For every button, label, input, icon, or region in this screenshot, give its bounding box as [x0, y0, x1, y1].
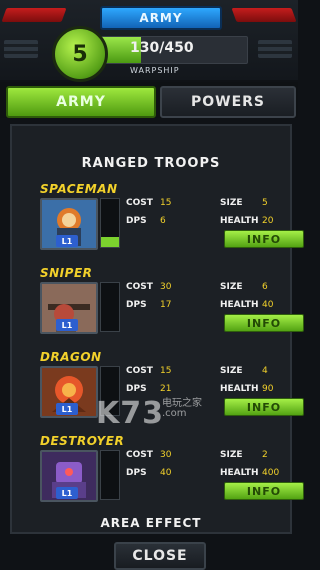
- section-title: RANGED TROOPS: [81, 156, 221, 171]
- troop-name: SNIPER: [40, 266, 93, 280]
- cost-value: 15: [160, 198, 172, 208]
- size-label: SIZE: [220, 198, 243, 208]
- cost-value: 30: [160, 450, 172, 460]
- troop-card-spaceman: SPACEMAN L1 COST 15 DPS 6 SIZE 5 HEALTH …: [36, 182, 304, 266]
- dps-label: DPS: [126, 384, 147, 394]
- watermark-logo: K73: [96, 396, 164, 431]
- troop-card-destroyer: DESTROYER L1 COST 30 DPS 40 SIZE 2 HEALT…: [36, 434, 304, 518]
- troop-name: DRAGON: [40, 350, 102, 364]
- size-value: 4: [262, 366, 268, 376]
- troop-portrait-dragon[interactable]: L1: [40, 366, 98, 418]
- health-value: 90: [262, 384, 274, 394]
- red-ribbon-right: [231, 8, 297, 22]
- cost-label: COST: [126, 366, 153, 376]
- health-value: 400: [262, 468, 280, 478]
- cost-value: 15: [160, 366, 172, 376]
- level-badge-small: L1: [56, 403, 78, 415]
- slot-fill: [101, 237, 119, 247]
- troop-slot: [100, 282, 120, 332]
- info-button[interactable]: INFO: [224, 482, 304, 500]
- warpship-label: WARPSHIP: [130, 66, 180, 75]
- info-button[interactable]: INFO: [224, 230, 304, 248]
- troop-card-dragon: DRAGON L1 COST 15 DPS 21 SIZE 4 HEALTH 9…: [36, 350, 304, 434]
- health-value: 20: [262, 216, 274, 226]
- troop-slot: [100, 198, 120, 248]
- troop-portrait-spaceman[interactable]: L1: [40, 198, 98, 250]
- close-bar: CLOSE: [0, 536, 298, 570]
- dps-value: 17: [160, 300, 172, 310]
- level-badge: 5: [52, 26, 108, 82]
- decorative-vent-left: [4, 40, 38, 58]
- tab-army[interactable]: ARMY: [6, 86, 156, 118]
- health-label: HEALTH: [220, 468, 259, 478]
- xp-counter: 130/450: [130, 40, 194, 56]
- size-value: 6: [262, 282, 268, 292]
- top-header: ARMY 5 130/450 WARPSHIP: [0, 0, 298, 82]
- dps-value: 6: [160, 216, 166, 226]
- size-label: SIZE: [220, 366, 243, 376]
- tab-bar: ARMY POWERS: [0, 82, 298, 118]
- tab-powers[interactable]: POWERS: [160, 86, 296, 118]
- troop-portrait-destroyer[interactable]: L1: [40, 450, 98, 502]
- decorative-vent-right: [258, 40, 292, 58]
- close-button[interactable]: CLOSE: [114, 542, 206, 570]
- level-badge-small: L1: [56, 319, 78, 331]
- red-ribbon-left: [1, 8, 67, 22]
- troop-name: SPACEMAN: [40, 182, 118, 196]
- health-label: HEALTH: [220, 216, 259, 226]
- dps-label: DPS: [126, 216, 147, 226]
- watermark-domain: .com: [162, 408, 187, 419]
- troop-list-panel[interactable]: RANGED TROOPS SPACEMAN L1 COST 15 DPS 6 …: [10, 124, 304, 534]
- troop-slot: [100, 450, 120, 500]
- size-value: 5: [262, 198, 268, 208]
- info-button[interactable]: INFO: [224, 398, 304, 416]
- dps-label: DPS: [126, 468, 147, 478]
- info-button[interactable]: INFO: [224, 314, 304, 332]
- watermark-subtext: 电玩之家: [162, 398, 202, 409]
- troop-name: DESTROYER: [40, 434, 125, 448]
- dps-label: DPS: [126, 300, 147, 310]
- size-label: SIZE: [220, 282, 243, 292]
- next-section-title: AREA EFFECT: [100, 516, 202, 530]
- level-badge-small: L1: [56, 235, 78, 247]
- health-value: 40: [262, 300, 274, 310]
- dps-value: 40: [160, 468, 172, 478]
- cost-label: COST: [126, 198, 153, 208]
- cost-value: 30: [160, 282, 172, 292]
- size-value: 2: [262, 450, 268, 460]
- dps-value: 21: [160, 384, 172, 394]
- size-label: SIZE: [220, 450, 243, 460]
- cost-label: COST: [126, 282, 153, 292]
- health-label: HEALTH: [220, 384, 259, 394]
- level-badge-small: L1: [56, 487, 78, 499]
- troop-card-sniper: SNIPER L1 COST 30 DPS 17 SIZE 6 HEALTH 4…: [36, 266, 304, 350]
- army-header-title: ARMY: [100, 6, 222, 30]
- health-label: HEALTH: [220, 300, 259, 310]
- troop-portrait-sniper[interactable]: L1: [40, 282, 98, 334]
- cost-label: COST: [126, 450, 153, 460]
